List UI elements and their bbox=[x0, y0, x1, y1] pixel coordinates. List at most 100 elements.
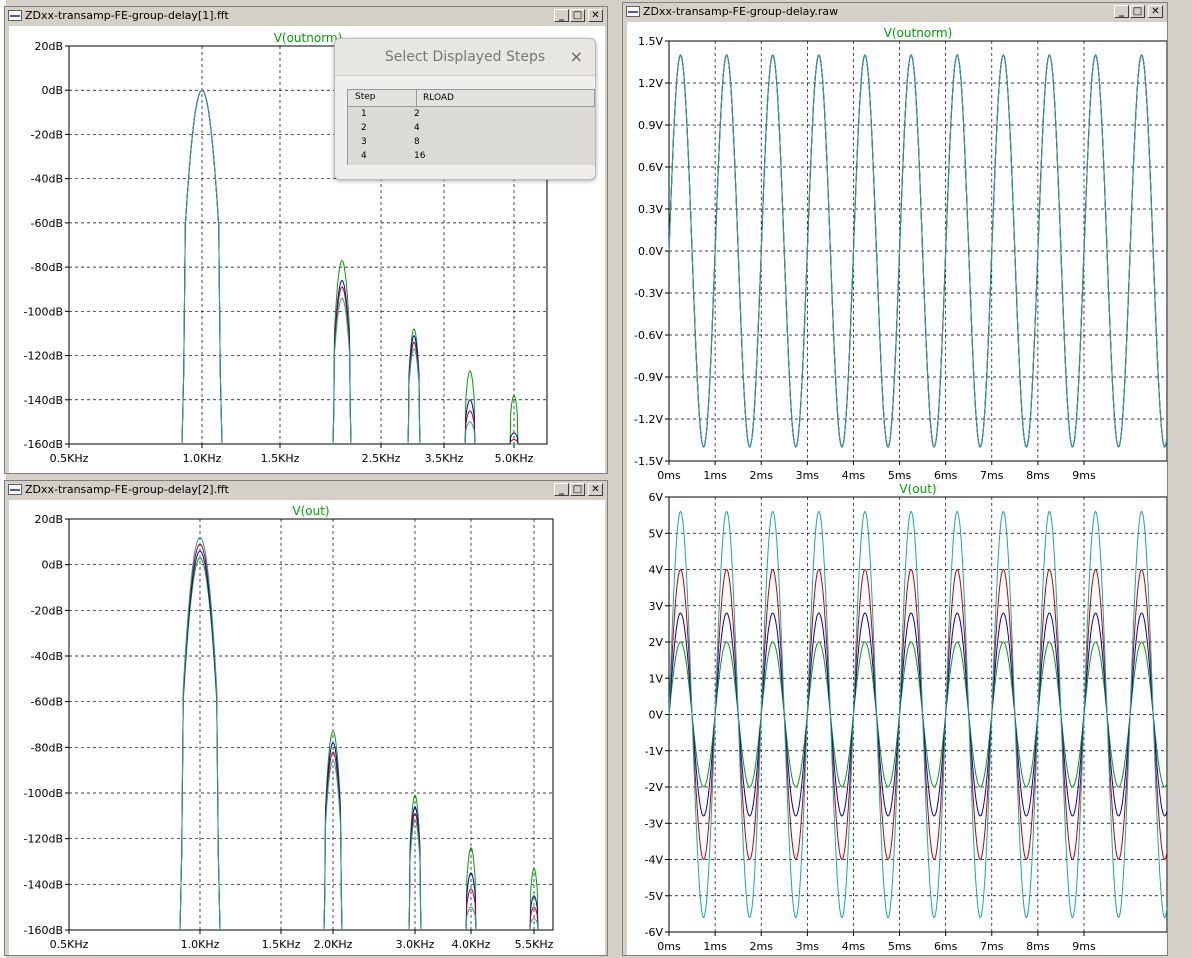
x-tick-label: 8ms bbox=[1026, 940, 1050, 953]
y-tick-label: 0V bbox=[648, 709, 663, 722]
table-row[interactable]: 4 16 bbox=[348, 151, 595, 164]
x-tick-label: 0ms bbox=[657, 940, 681, 953]
waveform-app-icon bbox=[8, 484, 22, 495]
y-tick-label: 3V bbox=[648, 600, 663, 613]
y-tick-label: 0dB bbox=[41, 84, 63, 97]
plot-area-top[interactable]: 1.5V 1.2V 0.9V 0.6V 0.3V 0.0V -0.3V -0.6V -0.9V -… bbox=[627, 22, 1167, 484]
x-tick-label: 1ms bbox=[703, 940, 727, 953]
transient-plot-top[interactable]: 1.5V 1.2V 0.9V 0.6V 0.3V 0.0V -0.3V -0.6V -0.9V -… bbox=[627, 22, 1167, 484]
y-tick-label: 6V bbox=[648, 491, 663, 504]
fft-window-2[interactable]: ZDxx-transamp-FE-group-delay[2].fft _ □ … bbox=[4, 480, 608, 956]
transient-plot-bottom[interactable]: 6V 5V 4V 3V 2V 1V 0V -1V -2V -3V -4V -5V -6V0ms 1ms 2m… bbox=[627, 482, 1167, 955]
y-tick-label: -0.9V bbox=[634, 371, 663, 384]
dialog-header[interactable]: Select Displayed Steps × bbox=[335, 39, 595, 76]
table-row[interactable]: 12 bbox=[348, 109, 595, 122]
x-tick-label: 9ms bbox=[1072, 940, 1096, 953]
x-tick-label: 5ms bbox=[888, 940, 912, 953]
x-tick-label: 3.0KHz bbox=[396, 938, 435, 951]
y-tick-label: -160dB bbox=[24, 438, 64, 451]
y-tick-label: -140dB bbox=[24, 878, 64, 891]
y-tick-label: 0.9V bbox=[638, 119, 663, 132]
x-tick-label: 2.0KHz bbox=[314, 938, 353, 951]
close-button[interactable]: ✕ bbox=[588, 483, 603, 496]
y-tick-label: 20dB bbox=[34, 513, 63, 526]
minimize-button[interactable]: _ bbox=[554, 483, 569, 496]
x-tick-label: 4ms bbox=[842, 469, 866, 482]
y-tick-label: 2V bbox=[648, 636, 663, 649]
rload-cell: 2 bbox=[414, 109, 420, 119]
x-tick-label: 0ms bbox=[657, 469, 681, 482]
col-rload-header[interactable]: RLOAD bbox=[416, 90, 454, 106]
table-row[interactable]: 24 bbox=[348, 123, 595, 136]
y-tick-label: -2V bbox=[645, 781, 664, 794]
x-tick-label: 5.5KHz bbox=[515, 938, 554, 951]
y-tick-label: -20dB bbox=[31, 128, 64, 141]
close-button[interactable]: ✕ bbox=[588, 9, 603, 22]
plot-area[interactable]: 20dB 0dB -20dB -40dB -60dB -80dB -100dB -120dB -… bbox=[9, 500, 605, 955]
table-row[interactable]: 38 bbox=[348, 137, 595, 150]
step-cell: 4 bbox=[361, 151, 367, 161]
x-tick-label: 9ms bbox=[1072, 469, 1096, 482]
y-tick-label: -1.2V bbox=[634, 413, 663, 426]
select-steps-dialog[interactable]: Select Displayed Steps × Step RLOAD 12 2… bbox=[334, 38, 596, 180]
y-tick-label: -3V bbox=[645, 817, 664, 830]
x-tick-label: 5ms bbox=[888, 469, 912, 482]
table-header: Step RLOAD bbox=[347, 89, 595, 107]
minimize-button[interactable]: _ bbox=[1114, 5, 1129, 18]
y-tick-label: -80dB bbox=[31, 261, 64, 274]
maximize-button[interactable]: □ bbox=[570, 483, 585, 496]
y-tick-label: 0.3V bbox=[638, 203, 663, 216]
y-tick-label: -40dB bbox=[31, 650, 64, 663]
steps-table[interactable]: Step RLOAD 12 24 38 4 16 bbox=[347, 89, 595, 165]
maximize-button[interactable]: □ bbox=[570, 9, 585, 22]
y-tick-label: -0.6V bbox=[634, 329, 663, 342]
close-icon[interactable]: × bbox=[570, 47, 583, 66]
title-bar[interactable]: ZDxx-transamp-FE-group-delay[2].fft _ □ … bbox=[5, 481, 607, 499]
y-tick-label: -140dB bbox=[24, 394, 64, 407]
x-tick-label: 1ms bbox=[703, 469, 727, 482]
x-tick-label: 0.5KHz bbox=[50, 452, 89, 465]
x-tick-label: 6ms bbox=[934, 469, 958, 482]
minimize-button[interactable]: _ bbox=[554, 9, 569, 22]
plot-frame bbox=[68, 518, 554, 931]
title-bar[interactable]: ZDxx-transamp-FE-group-delay[1].fft _ □ … bbox=[5, 7, 607, 25]
y-tick-label: -160dB bbox=[24, 924, 64, 937]
x-tick-label: 1.0KHz bbox=[183, 452, 222, 465]
fft-plot[interactable]: 20dB 0dB -20dB -40dB -60dB -80dB -100dB -120dB -… bbox=[9, 500, 605, 955]
y-tick-label: 0.0V bbox=[638, 245, 663, 258]
y-tick-label: -1V bbox=[645, 745, 664, 758]
col-step-header[interactable]: Step bbox=[355, 92, 376, 102]
x-tick-label: 2.5KHz bbox=[362, 452, 401, 465]
y-tick-label: -100dB bbox=[24, 305, 64, 318]
x-tick-label: 0.5KHz bbox=[50, 938, 89, 951]
y-tick-label: 0.6V bbox=[638, 161, 663, 174]
x-tick-label: 4ms bbox=[842, 940, 866, 953]
transient-window[interactable]: ZDxx-transamp-FE-group-delay.raw _ □ ✕ 1… bbox=[622, 2, 1168, 956]
y-tick-label: 0dB bbox=[41, 559, 63, 572]
trace-label: V(out) bbox=[292, 504, 329, 518]
rload-cell: 4 bbox=[414, 123, 420, 133]
y-tick-label: 1.2V bbox=[638, 77, 663, 90]
window-title: ZDxx-transamp-FE-group-delay.raw bbox=[643, 5, 839, 18]
y-tick-label: 1V bbox=[648, 672, 663, 685]
y-tick-label: -20dB bbox=[31, 604, 64, 617]
waveform-app-icon bbox=[8, 10, 22, 21]
y-tick-label: 4V bbox=[648, 564, 663, 577]
step-cell: 3 bbox=[361, 137, 367, 147]
plot-area-bottom[interactable]: 6V 5V 4V 3V 2V 1V 0V -1V -2V -3V -4V -5V -6V 0ms 1ms 2m… bbox=[627, 482, 1167, 955]
y-tick-label: -120dB bbox=[24, 350, 64, 363]
x-tick-label: 7ms bbox=[980, 940, 1004, 953]
close-button[interactable]: ✕ bbox=[1148, 5, 1163, 18]
x-tick-label: 3ms bbox=[796, 469, 820, 482]
y-tick-label: -1.5V bbox=[634, 455, 663, 468]
y-tick-label: 20dB bbox=[34, 40, 63, 53]
rload-cell: 8 bbox=[414, 137, 420, 147]
x-tick-label: 8ms bbox=[1026, 469, 1050, 482]
maximize-button[interactable]: □ bbox=[1130, 5, 1145, 18]
x-tick-label: 4.0KHz bbox=[452, 938, 491, 951]
x-tick-label: 6ms bbox=[934, 940, 958, 953]
title-bar[interactable]: ZDxx-transamp-FE-group-delay.raw _ □ ✕ bbox=[623, 3, 1167, 21]
dialog-title: Select Displayed Steps bbox=[384, 49, 546, 65]
x-tick-label: 3ms bbox=[796, 940, 820, 953]
x-tick-label: 5.0KHz bbox=[495, 452, 534, 465]
